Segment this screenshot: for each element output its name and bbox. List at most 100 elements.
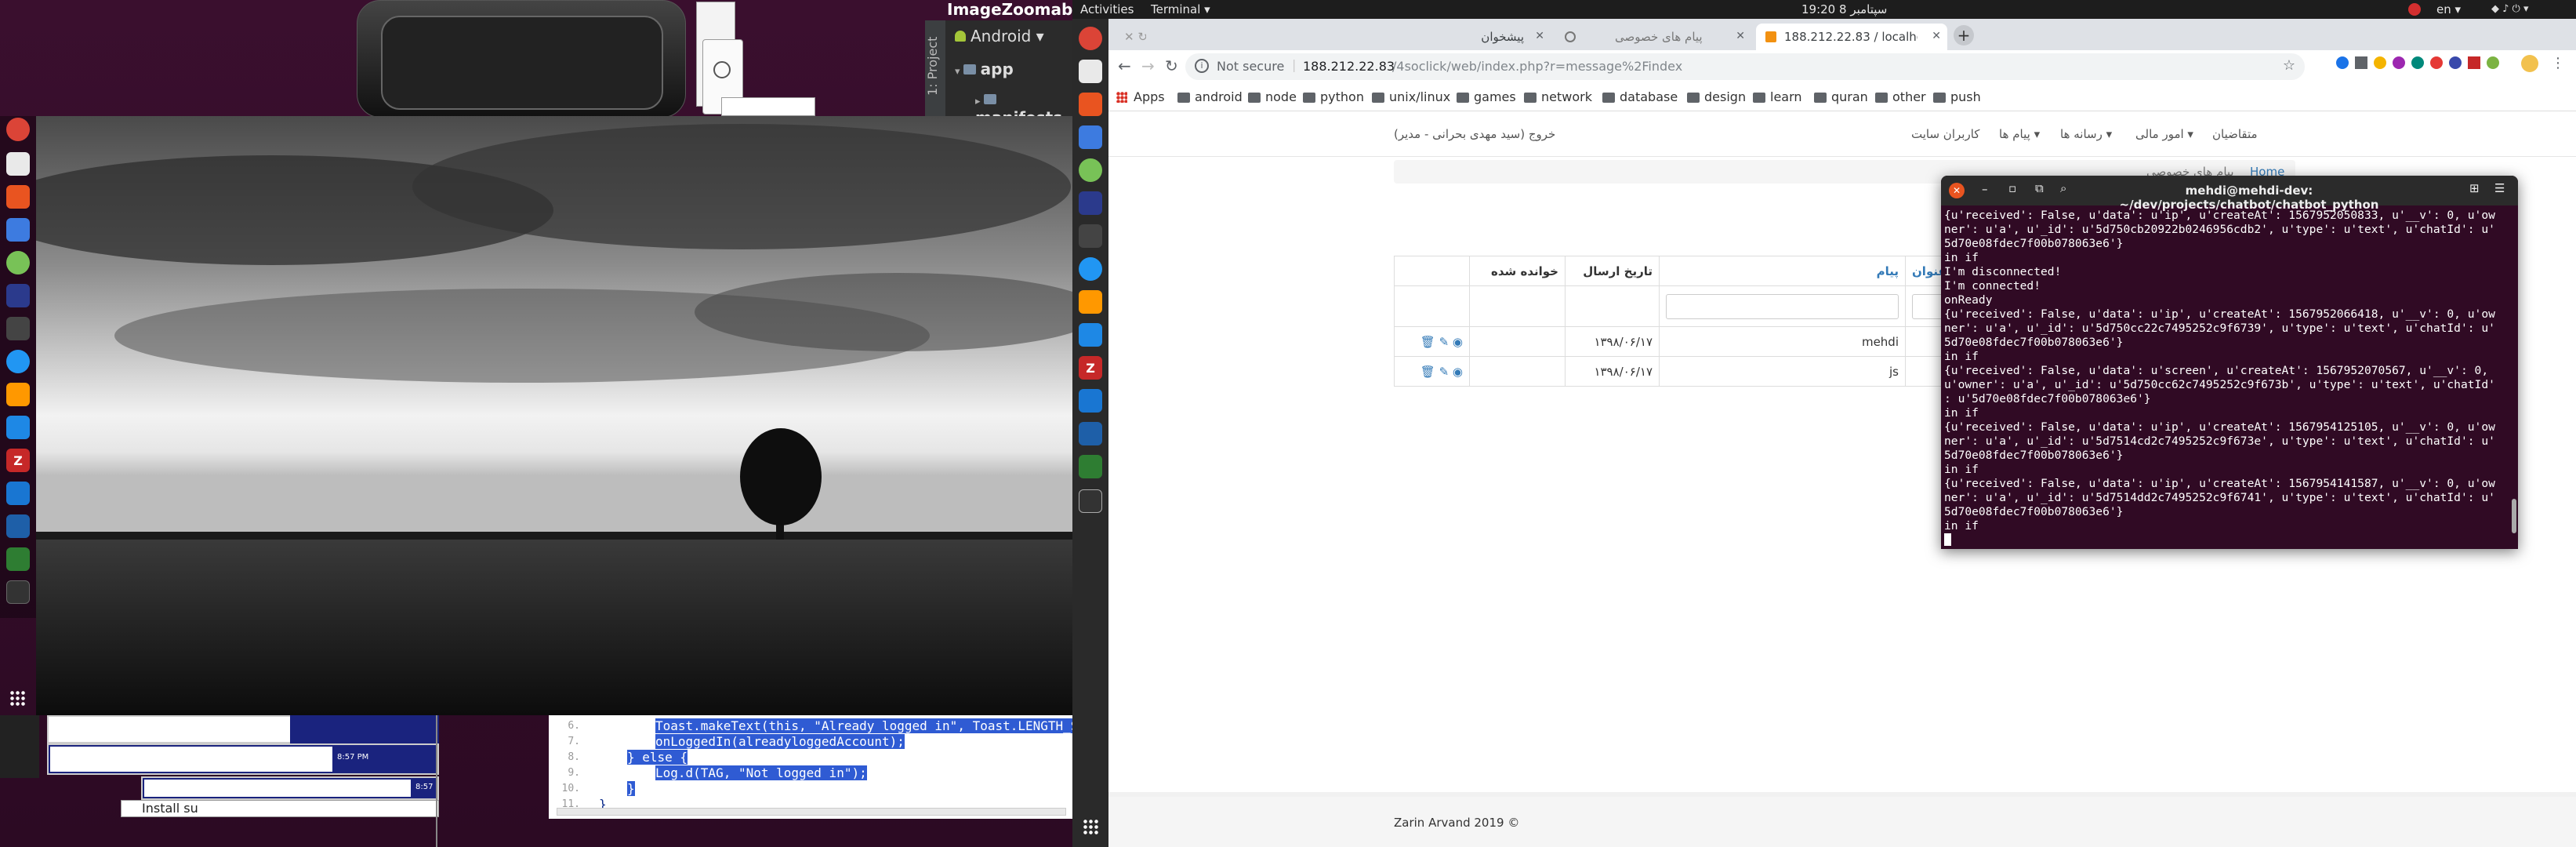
trash-icon[interactable]: 🗑 xyxy=(1420,365,1435,379)
system-status-icons[interactable]: ◆ ♪ ⏻ ▾ xyxy=(2491,3,2554,16)
date-column-header[interactable]: تاریخ ارسال xyxy=(1565,256,1660,286)
eye-icon[interactable]: ◉ xyxy=(1449,335,1463,349)
tree-item-app[interactable]: ▾ app xyxy=(955,60,1014,78)
files-icon[interactable] xyxy=(6,152,30,176)
tab-strip-controls[interactable]: ✕ ↻ xyxy=(1115,24,1146,50)
extension-icon[interactable] xyxy=(2430,56,2443,69)
screenshot-icon[interactable] xyxy=(1079,191,1102,215)
terminal-titlebar[interactable]: ✕ – ▫ ⧉ ⌕ mehdi@mehdi-dev: ~/dev/project… xyxy=(1941,176,2518,212)
software-center-icon[interactable] xyxy=(6,185,30,209)
search-icon[interactable]: ⌕ xyxy=(2060,181,2066,195)
close-icon[interactable]: ✕ xyxy=(1535,30,1544,42)
nav-messages[interactable]: پیام ها ▾ xyxy=(1999,127,2040,141)
activities-button[interactable]: Activities xyxy=(1080,2,1134,16)
extension-icon[interactable] xyxy=(2393,56,2405,69)
extension-icon[interactable] xyxy=(2374,56,2386,69)
terminal-scrollbar[interactable] xyxy=(2512,499,2516,533)
bookmark-database[interactable]: database xyxy=(1602,89,1678,104)
chrome-icon[interactable] xyxy=(6,118,30,141)
nav-applicants[interactable]: متقاضیان xyxy=(2212,127,2258,141)
bookmark-quran[interactable]: quran xyxy=(1814,89,1868,104)
tab-dashboard[interactable]: پیشخوان ✕ xyxy=(1292,24,1551,50)
pencil-icon[interactable]: ✎ xyxy=(1435,335,1449,349)
bookmark-network[interactable]: network xyxy=(1524,89,1592,104)
download-icon[interactable] xyxy=(2355,56,2367,69)
extension-icon[interactable] xyxy=(2411,56,2424,69)
menu-icon[interactable]: ⋮ xyxy=(2551,55,2565,71)
chat-icon[interactable] xyxy=(6,547,30,571)
bookmark-python[interactable]: python xyxy=(1303,89,1364,104)
sublime-text-icon[interactable] xyxy=(1079,290,1102,314)
clock[interactable]: سپتامبر 8 19:20 xyxy=(1801,2,1887,16)
terminal-icon[interactable] xyxy=(6,580,30,604)
bookmark-android[interactable]: android xyxy=(1177,89,1243,104)
bookmark-unix-linux[interactable]: unix/linux xyxy=(1372,89,1450,104)
close-icon[interactable]: ✕ xyxy=(1932,30,1941,42)
screenshot-icon[interactable] xyxy=(6,284,30,307)
window-thumbnail[interactable] xyxy=(0,715,39,778)
android-view-dropdown[interactable]: Android ▾ xyxy=(955,27,1044,45)
nav-finance[interactable]: امور مالی ▾ xyxy=(2135,127,2193,141)
document-viewer-icon[interactable] xyxy=(1079,125,1102,149)
address-bar[interactable]: i Not secure | 188.212.22.83 /4soclick/w… xyxy=(1185,53,2305,80)
bookmark-node[interactable]: node xyxy=(1248,89,1297,104)
settings-icon[interactable] xyxy=(6,317,30,340)
extension-icon[interactable] xyxy=(2449,56,2462,69)
software-center-icon[interactable] xyxy=(1079,93,1102,116)
project-tool-tab[interactable]: 1: Project xyxy=(925,20,945,116)
back-icon[interactable]: ← xyxy=(1118,56,1131,75)
filezilla-icon[interactable]: Z xyxy=(6,449,30,472)
install-item[interactable]: Install su xyxy=(121,800,439,817)
terminal-icon[interactable] xyxy=(1079,489,1102,513)
bookmark-other[interactable]: other xyxy=(1875,89,1926,104)
document-viewer-icon[interactable] xyxy=(6,218,30,242)
steam-icon[interactable] xyxy=(1079,422,1102,445)
extension-icon[interactable] xyxy=(2468,56,2480,69)
bookmark-apps[interactable]: Apps xyxy=(1116,89,1165,104)
bookmark-learn[interactable]: learn xyxy=(1753,89,1802,104)
terminal-window[interactable]: ✕ – ▫ ⧉ ⌕ mehdi@mehdi-dev: ~/dev/project… xyxy=(1941,176,2518,549)
message-column-header[interactable]: پیام xyxy=(1659,256,1906,286)
trash-icon[interactable]: 🗑 xyxy=(1420,335,1435,349)
files-icon[interactable] xyxy=(1079,60,1102,83)
window-thumbnail[interactable] xyxy=(436,715,437,847)
message-filter-input[interactable] xyxy=(1666,293,1899,319)
record-icon[interactable] xyxy=(2408,3,2421,16)
avatar[interactable] xyxy=(2521,55,2538,72)
tab-private-messages[interactable]: پیام های خصوصی ✕ xyxy=(1555,24,1751,50)
tab-phpmyadmin[interactable]: 188.212.22.83 / localhost ✕ xyxy=(1756,24,1947,50)
close-icon[interactable]: ✕ xyxy=(1949,183,1965,198)
reload-icon[interactable]: ↻ xyxy=(1165,56,1178,75)
android-studio-icon[interactable] xyxy=(1079,158,1102,182)
window-thumbnail[interactable] xyxy=(144,780,411,797)
filezilla-icon[interactable]: Z xyxy=(1079,356,1102,380)
dialog-window[interactable] xyxy=(721,97,815,116)
sublime-text-icon[interactable] xyxy=(6,383,30,406)
unmaximize-icon[interactable]: ⧉ xyxy=(2035,181,2044,195)
nav-site-users[interactable]: کاربران سایت xyxy=(1911,127,1979,141)
info-icon[interactable]: i xyxy=(1195,59,1209,73)
bookmark-games[interactable]: games xyxy=(1457,89,1516,104)
window-thumbnail[interactable] xyxy=(381,16,663,110)
window-thumbnail[interactable] xyxy=(290,715,439,743)
extension-icon[interactable] xyxy=(2336,56,2349,69)
vscode-icon[interactable] xyxy=(6,416,30,439)
network-icon[interactable] xyxy=(1079,389,1102,413)
vscode-icon[interactable] xyxy=(1079,323,1102,347)
code-editor[interactable]: 6. Toast.makeText(this, "Already logged i… xyxy=(549,715,1124,819)
logout-link[interactable]: خروج (سید مهدی بحرانی - مدیر) xyxy=(1394,127,1555,141)
app-menu[interactable]: Terminal ▾ xyxy=(1151,2,1210,16)
bookmark-design[interactable]: design xyxy=(1687,89,1746,104)
forward-icon[interactable]: → xyxy=(1141,56,1155,75)
telegram-icon[interactable] xyxy=(6,350,30,373)
pencil-icon[interactable]: ✎ xyxy=(1435,365,1449,379)
language-menu[interactable]: en ▾ xyxy=(2436,2,2461,16)
star-icon[interactable]: ☆ xyxy=(2283,57,2295,74)
menu-icon[interactable]: ☰ xyxy=(2494,181,2505,195)
window-thumbnail[interactable] xyxy=(50,747,332,772)
show-applications-icon[interactable] xyxy=(1083,819,1098,834)
chrome-icon[interactable] xyxy=(1079,27,1102,50)
close-icon[interactable]: ✕ xyxy=(1736,30,1745,42)
extension-icon[interactable] xyxy=(2487,56,2499,69)
telegram-icon[interactable] xyxy=(1079,257,1102,281)
